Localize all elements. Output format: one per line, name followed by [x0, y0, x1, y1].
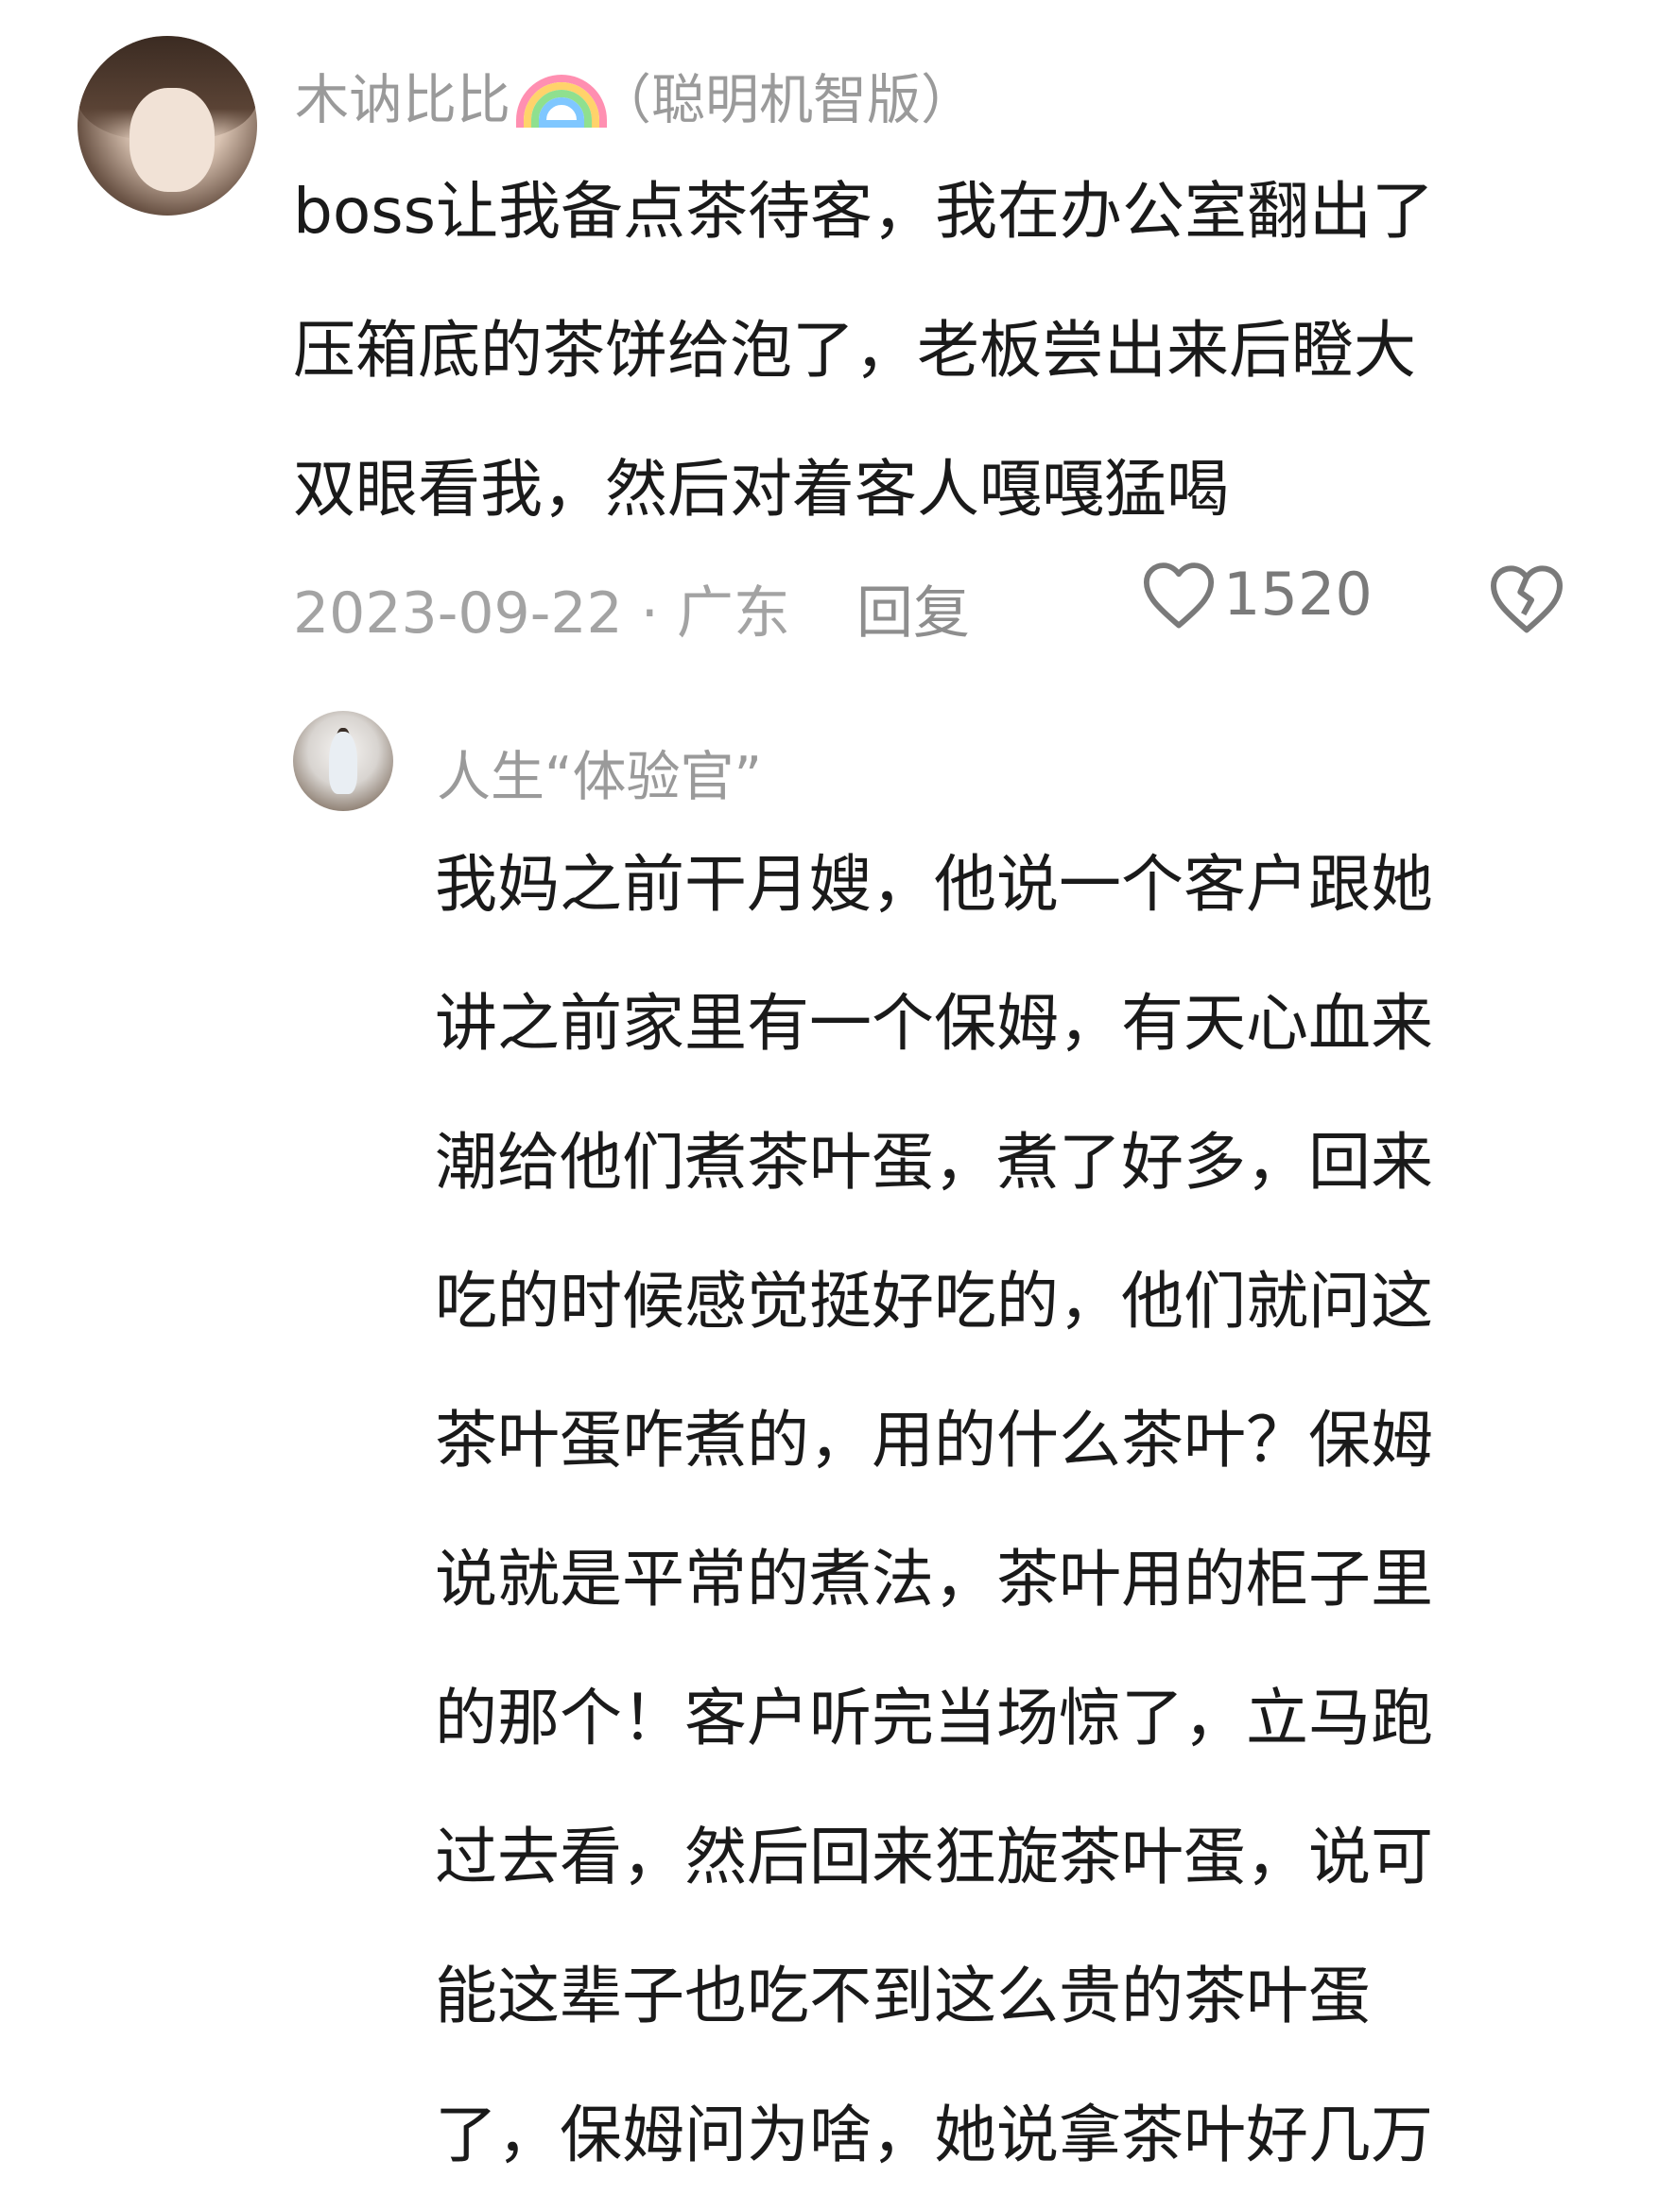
comment-line: 压箱底的茶饼给泡了，老板尝出来后瞪大	[293, 314, 1416, 387]
broken-heart-icon[interactable]	[1489, 563, 1564, 633]
username-suffix: （聪明机智版）	[597, 69, 975, 131]
reply-text: 我妈之前干月嫂，他说一个客户跟她 讲之前家里有一个保姆，有天心血来 潮给他们煮茶…	[435, 815, 1616, 2204]
reply-avatar[interactable]	[293, 711, 393, 811]
avatar[interactable]	[78, 36, 257, 216]
rainbow-icon	[516, 69, 607, 128]
reply-line: 了，保姆问为啥，她说拿茶叶好几万	[435, 2099, 1433, 2171]
reply-line: 吃的时候感觉挺好吃的，他们就问这	[435, 1265, 1433, 1338]
like-count: 1520	[1223, 560, 1373, 629]
username-text: 木讷比比	[295, 69, 510, 131]
comment-text: boss让我备点茶待客，我在办公室翻出了 压箱底的茶饼给泡了，老板尝出来后瞪大 …	[293, 142, 1616, 559]
avatar-face	[130, 88, 215, 192]
heart-outline-icon	[1143, 562, 1215, 628]
reply-line: 能这辈子也吃不到这么贵的茶叶蛋	[435, 1960, 1371, 2032]
comment-line: 双眼看我，然后对着客人嘎嘎猛喝	[293, 453, 1229, 526]
comment-line: boss让我备点茶待客，我在办公室翻出了	[293, 175, 1435, 248]
reply-line: 我妈之前干月嫂，他说一个客户跟她	[435, 848, 1433, 921]
reply-line: 的那个！客户听完当场惊了，立马跑	[435, 1682, 1433, 1754]
reply-avatar-figure	[329, 732, 357, 794]
username[interactable]: 木讷比比 （聪明机智版）	[295, 57, 975, 134]
reply-line: 过去看，然后回来狂旋茶叶蛋，说可	[435, 1821, 1433, 1893]
reply-username[interactable]: 人生“体验官”	[437, 734, 762, 811]
reply-line: 讲之前家里有一个保姆，有天心血来	[435, 987, 1433, 1060]
reply-button[interactable]: 回复	[856, 567, 970, 649]
date-location: 2023-09-22 · 广东	[293, 580, 790, 647]
reply-line: 茶叶蛋咋煮的，用的什么茶叶？保姆	[435, 1404, 1433, 1477]
reply-line: 潮给他们煮茶叶蛋，煮了好多，回来	[435, 1126, 1433, 1199]
reply-line: 说就是平常的煮法，茶叶用的柜子里	[435, 1543, 1433, 1616]
like-button[interactable]: 1520	[1142, 560, 1373, 629]
